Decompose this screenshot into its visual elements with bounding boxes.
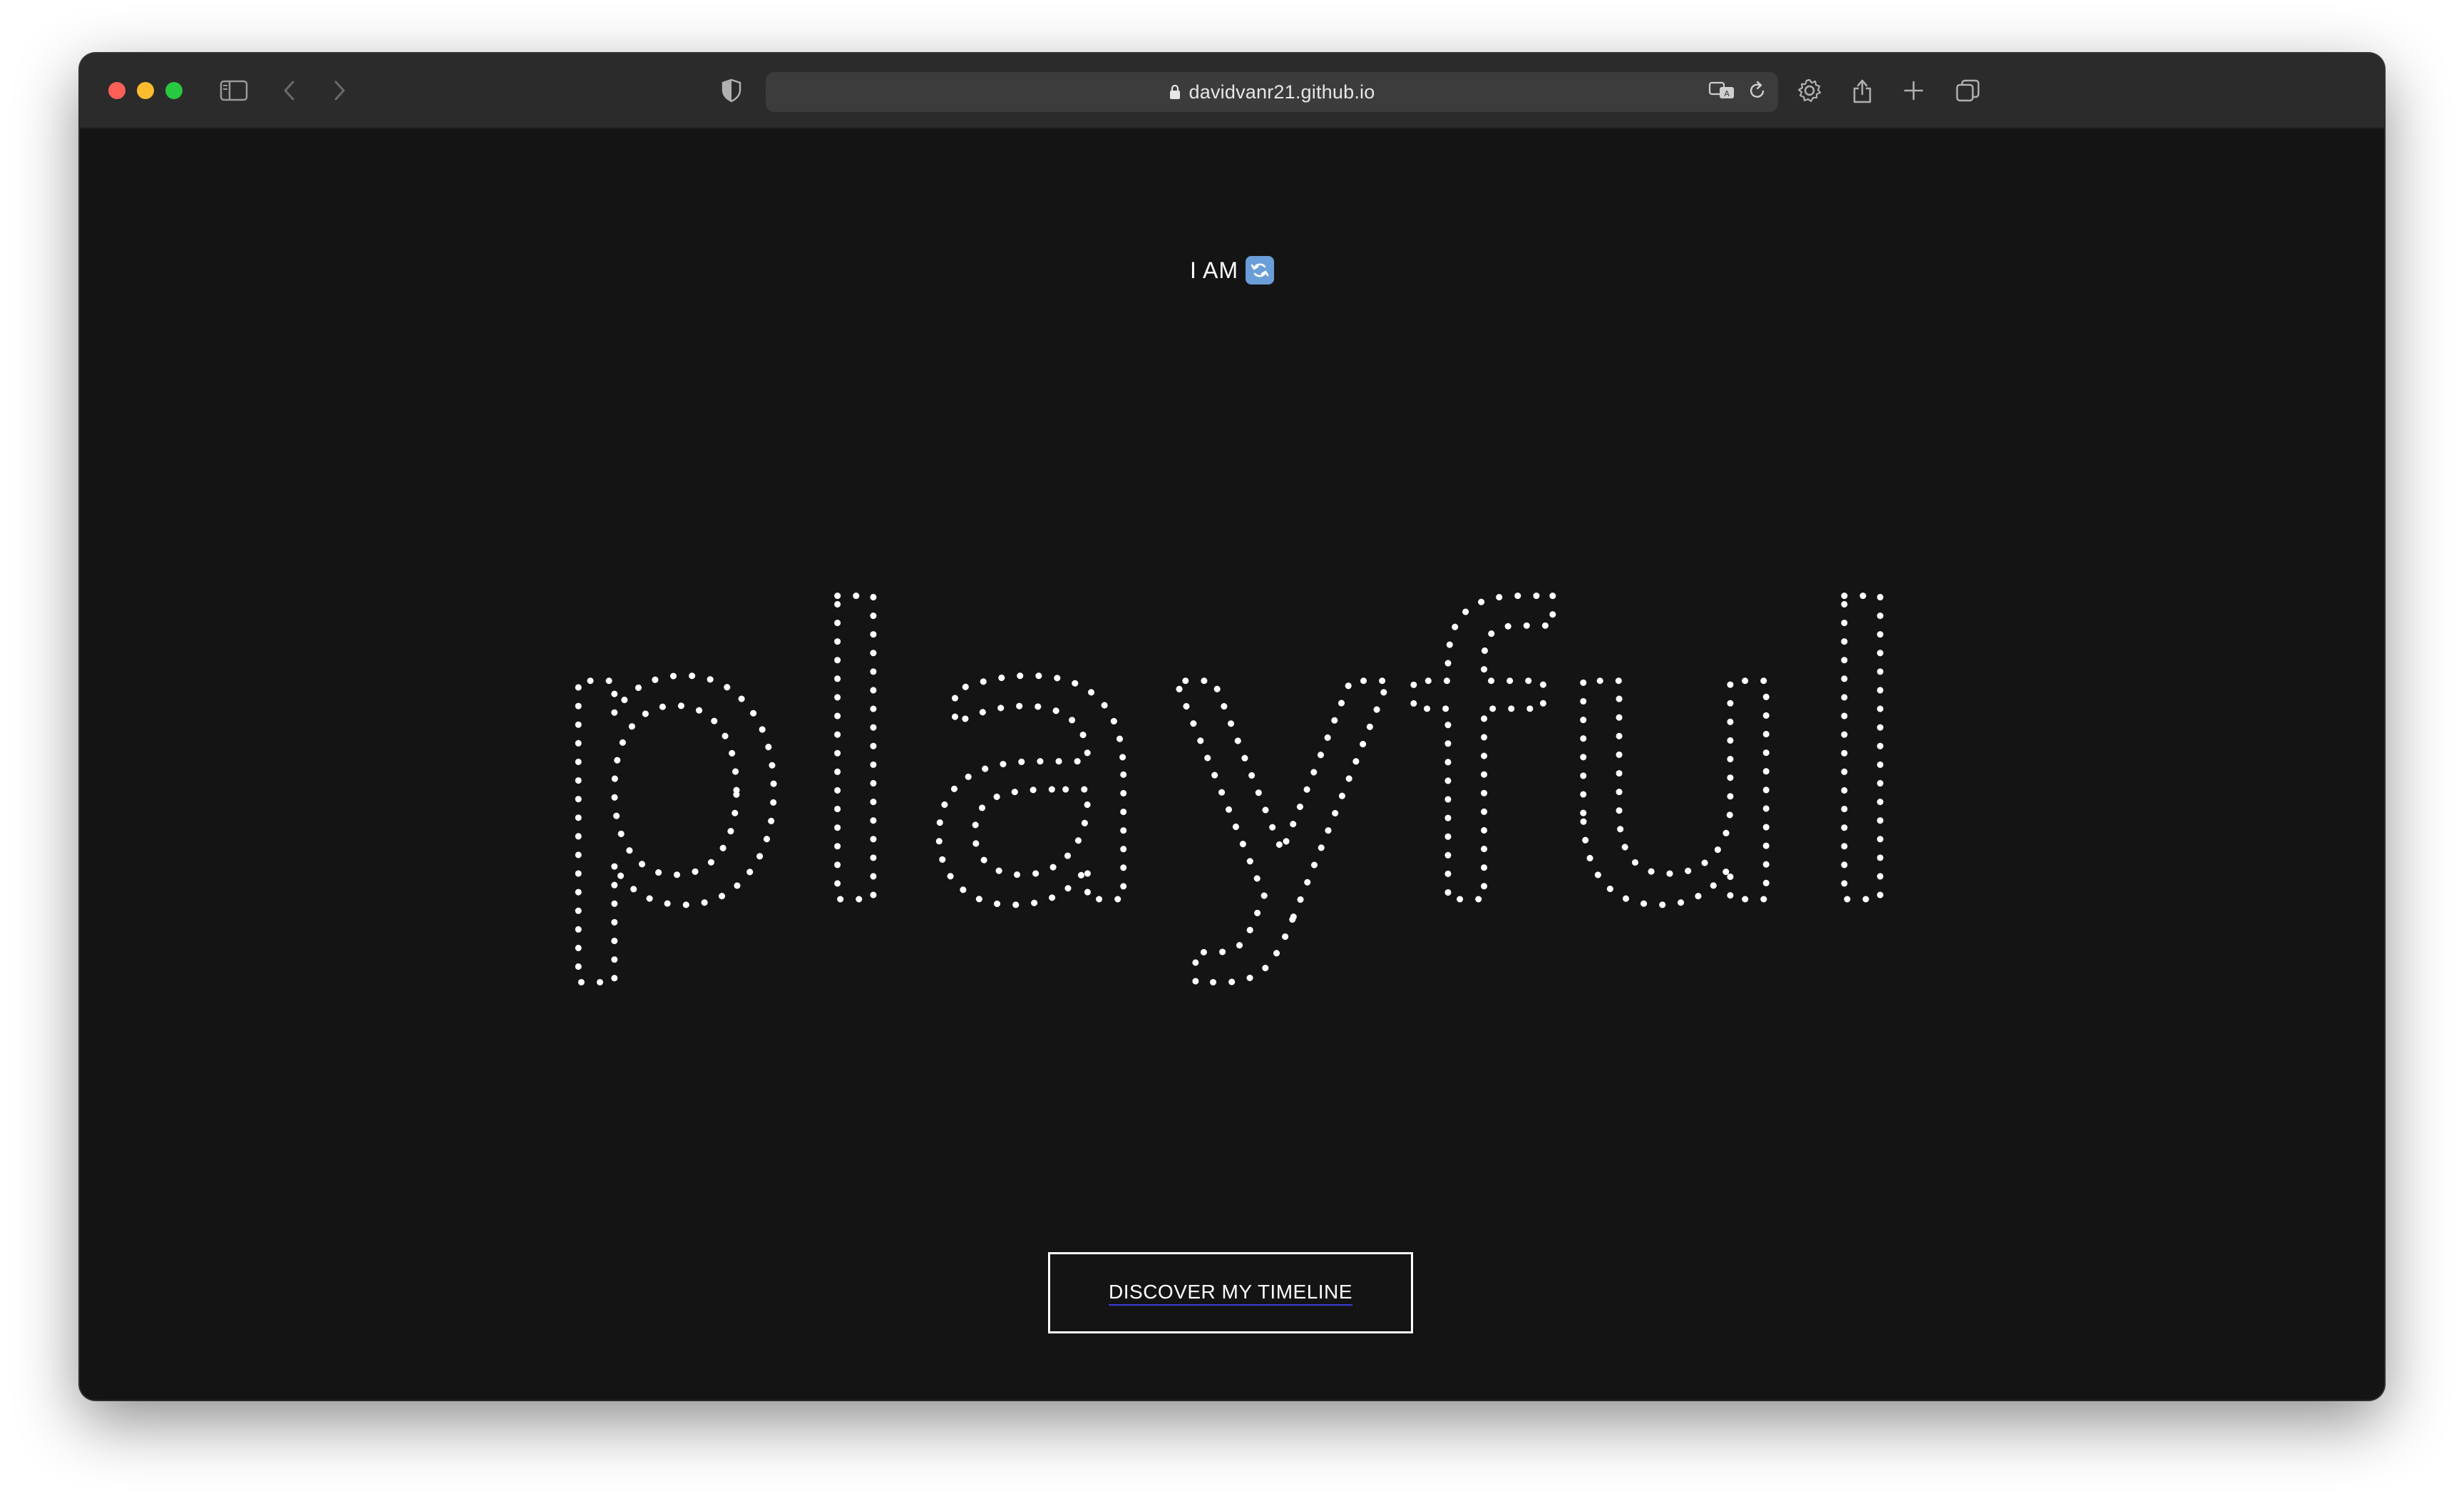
url-text: davidvanr21.github.io (1189, 81, 1375, 103)
settings-button[interactable] (1794, 75, 1825, 106)
hero-prefix: I AM (1189, 257, 1238, 283)
privacy-report-button[interactable] (717, 75, 746, 106)
browser-toolbar: davidvanr21.github.io A (80, 53, 2384, 129)
screen: davidvanr21.github.io A I AM playful DIS… (0, 0, 2464, 1506)
forward-button[interactable] (327, 75, 352, 106)
new-tab-button[interactable] (1899, 75, 1928, 106)
reload-icon[interactable] (1748, 81, 1767, 104)
address-bar[interactable]: davidvanr21.github.io A (766, 72, 1778, 112)
back-icon (284, 81, 294, 101)
hero-word: playful (542, 529, 1921, 994)
sidebar-icon (220, 80, 248, 101)
forward-icon (334, 81, 345, 101)
zoom-window-button[interactable] (165, 82, 183, 99)
page-content: I AM playful DISCOVER MY TIMELINE (80, 129, 2384, 1400)
hero-word-svg: playful (539, 528, 1921, 998)
back-button[interactable] (277, 75, 302, 106)
tab-overview-button[interactable] (1952, 75, 1983, 106)
counterclockwise-arrows-icon (1246, 256, 1274, 285)
lock-icon (1169, 84, 1181, 100)
address-display: davidvanr21.github.io (766, 72, 1778, 112)
shield-icon (722, 78, 741, 103)
svg-text:A: A (1724, 89, 1730, 98)
close-window-button[interactable] (108, 82, 125, 99)
sidebar-toggle-button[interactable] (218, 75, 250, 106)
share-button[interactable] (1848, 75, 1877, 106)
discover-timeline-button[interactable]: DISCOVER MY TIMELINE (1048, 1252, 1413, 1333)
new-tab-icon (1904, 81, 1924, 101)
browser-window: davidvanr21.github.io A I AM playful DIS… (80, 53, 2384, 1400)
tabs-overview-icon (1956, 79, 1980, 102)
address-bar-actions: A (1708, 72, 1767, 112)
gear-icon (1797, 78, 1822, 103)
discover-timeline-label: DISCOVER MY TIMELINE (1109, 1281, 1352, 1306)
share-icon (1853, 79, 1872, 103)
hero-intro: I AM (80, 256, 2384, 285)
translate-icon[interactable]: A (1708, 81, 1735, 104)
minimize-window-button[interactable] (137, 82, 154, 99)
